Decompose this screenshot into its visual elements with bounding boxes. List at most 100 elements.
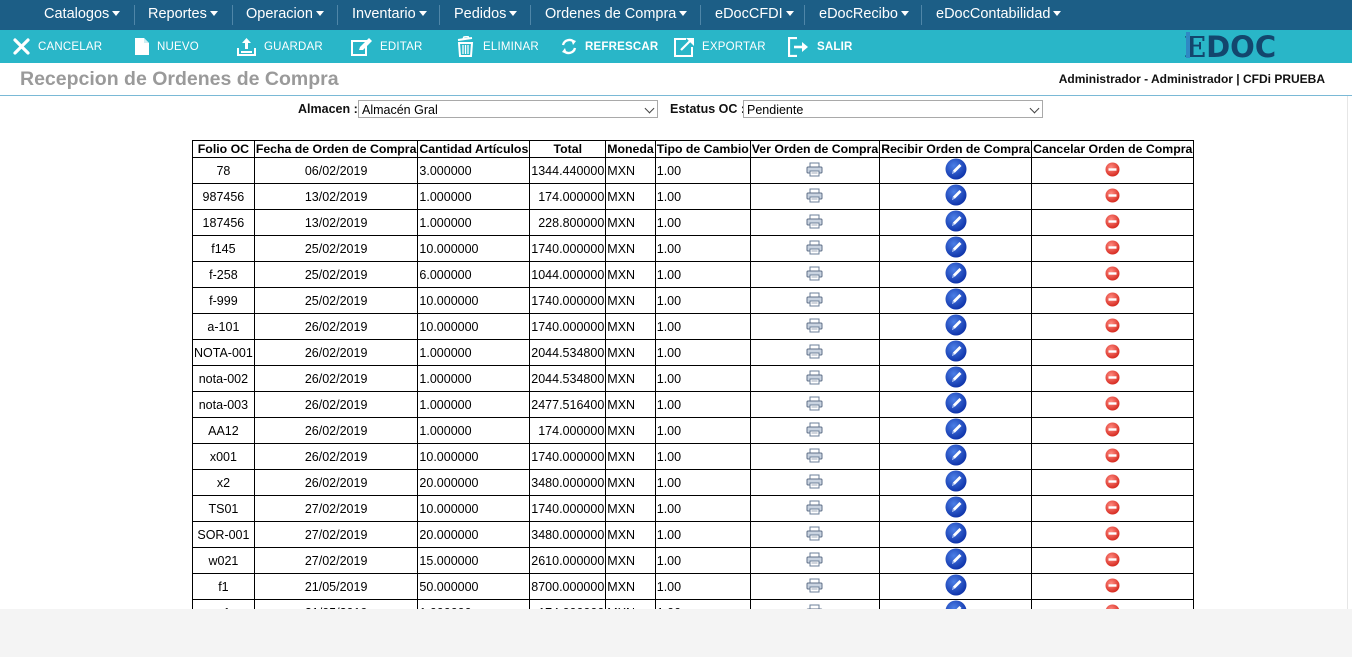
menu-edoccontabilidad[interactable]: eDocContabilidad <box>936 0 1062 30</box>
col-recibir[interactable]: Recibir Orden de Compra <box>879 140 1033 158</box>
cancel-circle-icon[interactable] <box>1105 370 1120 388</box>
printer-icon[interactable] <box>806 552 823 570</box>
printer-icon[interactable] <box>806 448 823 466</box>
printer-icon[interactable] <box>806 396 823 414</box>
edit-pen-icon[interactable] <box>945 522 967 547</box>
cancel-circle-icon[interactable] <box>1105 396 1120 414</box>
cancel-circle-icon[interactable] <box>1105 162 1120 180</box>
edit-pen-icon[interactable] <box>945 496 967 521</box>
almacen-select[interactable]: Almacén Gral <box>358 100 658 118</box>
printer-icon[interactable] <box>806 162 823 180</box>
col-ver[interactable]: Ver Orden de Compra <box>749 140 881 158</box>
table-row[interactable]: AA12 26/02/2019 1.000000 174.000000 MXN 1.00 <box>192 417 1195 444</box>
edit-pen-icon[interactable] <box>945 158 967 183</box>
col-total[interactable]: Total <box>529 140 607 158</box>
table-row[interactable]: x001 26/02/2019 10.000000 1740.000000 MXN 1.0… <box>192 443 1195 470</box>
cancel-circle-icon[interactable] <box>1105 526 1120 544</box>
printer-icon[interactable] <box>806 292 823 310</box>
printer-icon[interactable] <box>806 318 823 336</box>
col-folio[interactable]: Folio OC <box>192 140 255 158</box>
exportar-button[interactable]: EXPORTAR <box>674 30 766 63</box>
cancel-circle-icon[interactable] <box>1105 214 1120 232</box>
menu-edocrecibo[interactable]: eDocRecibo <box>819 0 909 30</box>
table-row[interactable]: f1 21/05/2019 50.000000 8700.000000 MXN 1.00 <box>192 573 1195 600</box>
col-fecha[interactable]: Fecha de Orden de Compra <box>253 140 419 158</box>
table-row[interactable]: nota-002 26/02/2019 1.000000 2044.534800 MXN… <box>192 365 1195 392</box>
edit-pen-icon[interactable] <box>945 444 967 469</box>
menu-reportes[interactable]: Reportes <box>148 0 218 30</box>
edit-pen-icon[interactable] <box>945 340 967 365</box>
printer-icon[interactable] <box>806 500 823 518</box>
printer-icon[interactable] <box>806 526 823 544</box>
cancel-circle-icon[interactable] <box>1105 422 1120 440</box>
nuevo-button[interactable]: NUEVO <box>134 30 199 63</box>
col-tipo-cambio[interactable]: Tipo de Cambio <box>654 140 751 158</box>
table-row[interactable]: NOTA-001 26/02/2019 1.000000 2044.534800 MXN… <box>192 339 1195 366</box>
cancel-circle-icon[interactable] <box>1105 552 1120 570</box>
cell-moneda: MXN <box>605 547 656 574</box>
cancel-circle-icon[interactable] <box>1105 344 1120 362</box>
printer-icon[interactable] <box>806 578 823 596</box>
table-row[interactable]: f145 25/02/2019 10.000000 1740.000000 MXN 1.0… <box>192 235 1195 262</box>
refrescar-button[interactable]: REFRESCAR <box>560 30 658 63</box>
table-row[interactable]: f-258 25/02/2019 6.000000 1044.000000 MXN 1.0… <box>192 261 1195 288</box>
cancelar-button[interactable]: CANCELAR <box>12 30 102 63</box>
editar-button[interactable]: EDITAR <box>351 30 423 63</box>
edit-pen-icon[interactable] <box>945 236 967 261</box>
edit-pen-icon[interactable] <box>945 210 967 235</box>
edit-pen-icon[interactable] <box>945 548 967 573</box>
menu-pedidos[interactable]: Pedidos <box>454 0 518 30</box>
salir-button[interactable]: SALIR <box>788 30 853 63</box>
edit-pen-icon[interactable] <box>945 574 967 599</box>
edit-pen-icon[interactable] <box>945 392 967 417</box>
col-cantidad[interactable]: Cantidad Artículos <box>417 140 531 158</box>
table-row[interactable]: f-999 25/02/2019 10.000000 1740.000000 MXN 1.… <box>192 287 1195 314</box>
table-row[interactable]: 78 06/02/2019 3.000000 1344.440000 MXN 1.00 <box>192 157 1195 184</box>
menu-inventario[interactable]: Inventario <box>352 0 427 30</box>
guardar-button[interactable]: GUARDAR <box>236 30 323 63</box>
table-row[interactable]: nota-003 26/02/2019 1.000000 2477.516400 MXN… <box>192 391 1195 418</box>
table-row[interactable]: 187456 13/02/2019 1.000000 228.800000 MXN 1.0… <box>192 209 1195 236</box>
cancel-circle-icon[interactable] <box>1105 500 1120 518</box>
table-row[interactable]: 987456 13/02/2019 1.000000 174.000000 MXN 1.0… <box>192 183 1195 210</box>
printer-icon[interactable] <box>806 188 823 206</box>
cancel-circle-icon[interactable] <box>1105 474 1120 492</box>
estatus-select[interactable]: Pendiente <box>743 100 1043 118</box>
cancel-circle-icon[interactable] <box>1105 240 1120 258</box>
edit-pen-icon[interactable] <box>945 288 967 313</box>
printer-icon[interactable] <box>806 370 823 388</box>
cancel-circle-icon[interactable] <box>1105 188 1120 206</box>
table-row[interactable]: x2 26/02/2019 20.000000 3480.000000 MXN 1.00 <box>192 469 1195 496</box>
edit-pen-icon[interactable] <box>945 366 967 391</box>
cell-tipo-cambio: 1.00 <box>654 547 751 574</box>
table-row[interactable]: TS01 27/02/2019 10.000000 1740.000000 MXN 1.0… <box>192 495 1195 522</box>
printer-icon[interactable] <box>806 344 823 362</box>
menu-label: Catalogos <box>44 6 110 22</box>
printer-icon[interactable] <box>806 214 823 232</box>
edit-pen-icon[interactable] <box>945 418 967 443</box>
menu-ordenes-compra[interactable]: Ordenes de Compra <box>545 0 688 30</box>
cancel-circle-icon[interactable] <box>1105 578 1120 596</box>
cancel-circle-icon[interactable] <box>1105 266 1120 284</box>
menu-edoccfdi[interactable]: eDocCFDI <box>715 0 794 30</box>
cancel-circle-icon[interactable] <box>1105 318 1120 336</box>
eliminar-button[interactable]: ELIMINAR <box>456 30 539 63</box>
menu-catalogos[interactable]: Catalogos <box>44 0 121 30</box>
col-cancelar[interactable]: Cancelar Orden de Compra <box>1031 140 1195 158</box>
printer-icon[interactable] <box>806 266 823 284</box>
edit-pen-icon[interactable] <box>945 262 967 287</box>
edit-pen-icon[interactable] <box>945 184 967 209</box>
table-row[interactable]: w021 27/02/2019 15.000000 2610.000000 MXN 1.0… <box>192 547 1195 574</box>
menu-operacion[interactable]: Operacion <box>246 0 324 30</box>
table-row[interactable]: a-101 26/02/2019 10.000000 1740.000000 MXN 1.… <box>192 313 1195 340</box>
scrollbar-track[interactable] <box>1347 96 1352 609</box>
edit-pen-icon[interactable] <box>945 314 967 339</box>
printer-icon[interactable] <box>806 474 823 492</box>
table-row[interactable]: SOR-001 27/02/2019 20.000000 3480.000000 MXN… <box>192 521 1195 548</box>
col-moneda[interactable]: Moneda <box>605 140 656 158</box>
cancel-circle-icon[interactable] <box>1105 448 1120 466</box>
cancel-circle-icon[interactable] <box>1105 292 1120 310</box>
edit-pen-icon[interactable] <box>945 470 967 495</box>
printer-icon[interactable] <box>806 240 823 258</box>
printer-icon[interactable] <box>806 422 823 440</box>
